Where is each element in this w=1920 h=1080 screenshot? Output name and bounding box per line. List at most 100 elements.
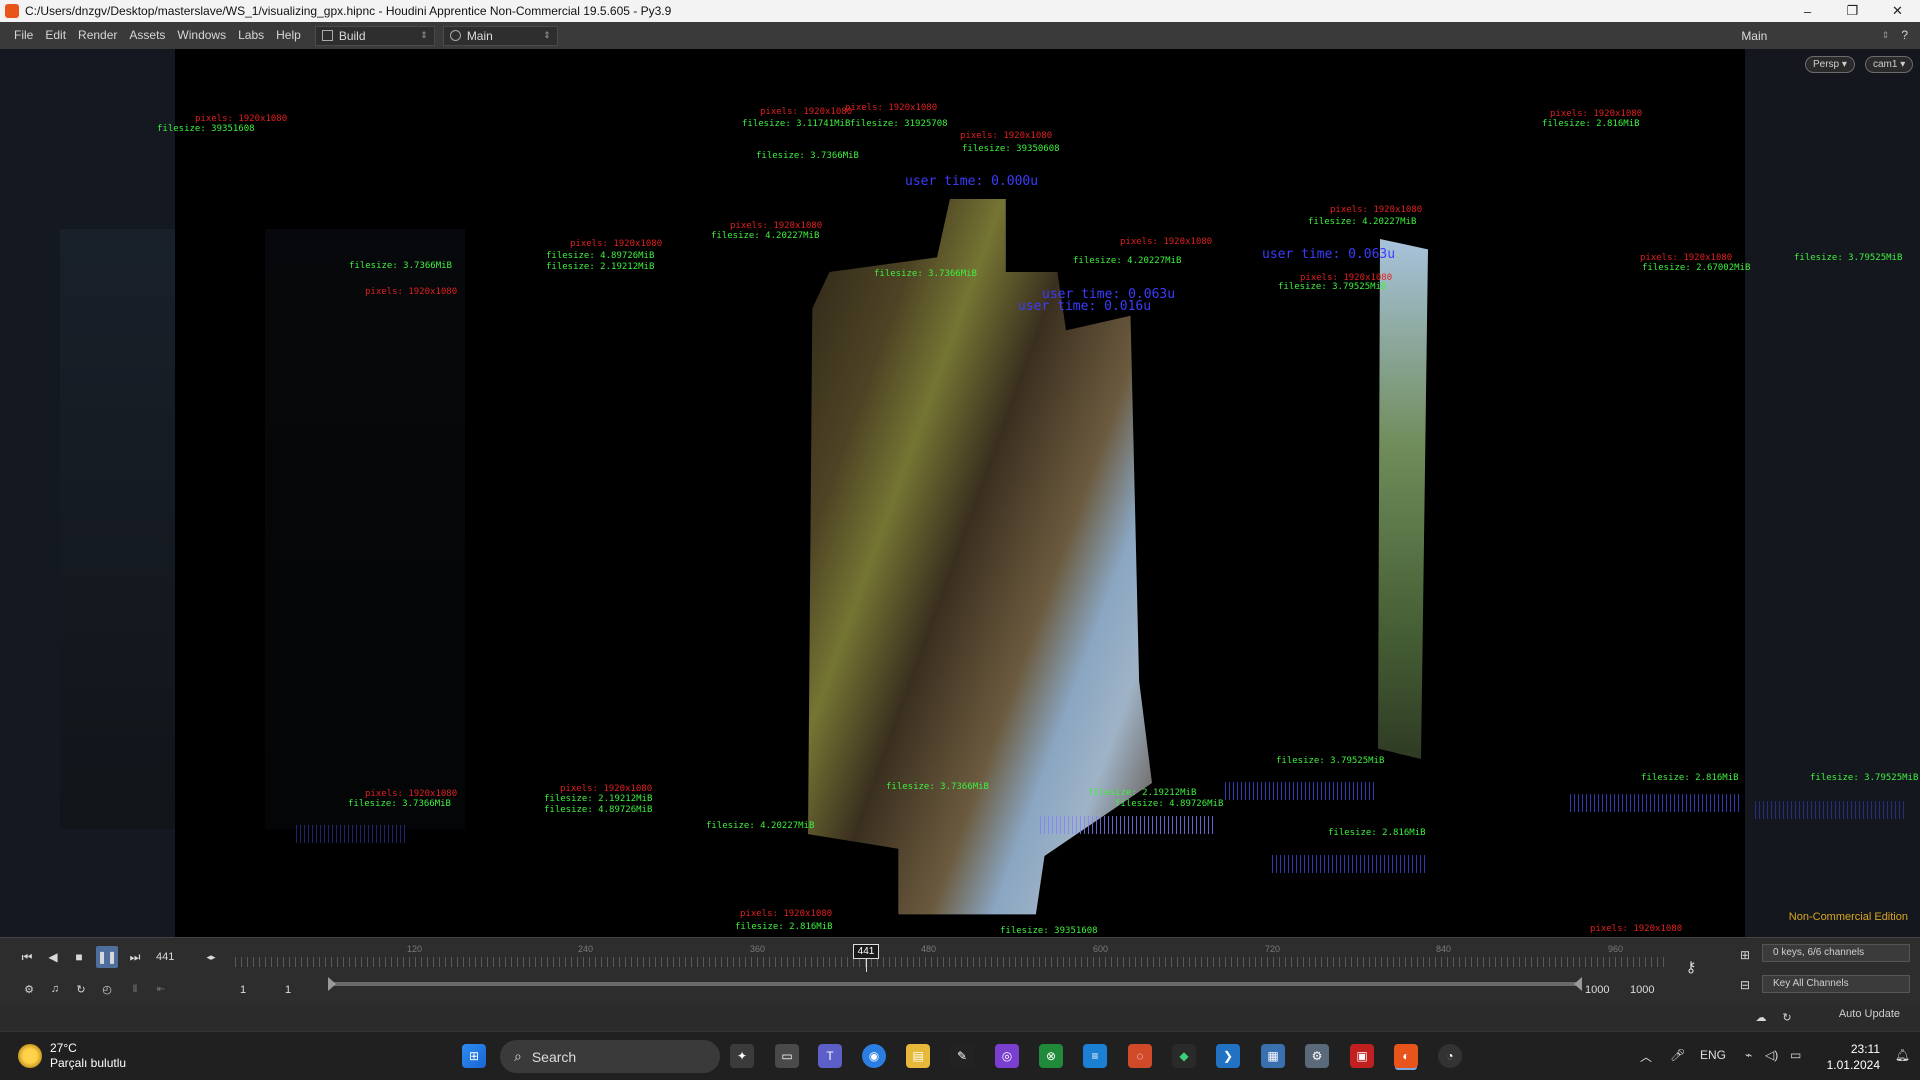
timeline[interactable]: 120 240 360 480 600 720 840 960 441 xyxy=(235,944,1665,972)
right-desktop-select[interactable]: Main ⇕ xyxy=(1735,25,1896,46)
range-start-field[interactable]: 1 xyxy=(240,984,246,996)
range-handle-end[interactable] xyxy=(1574,977,1582,991)
file-explorer-icon[interactable]: ▤ xyxy=(906,1044,930,1068)
timeline-track[interactable] xyxy=(235,957,1665,967)
loop-icon[interactable]: ↻ xyxy=(70,978,92,1000)
key-icon[interactable]: ⚷ xyxy=(1680,956,1702,978)
menu-file[interactable]: File xyxy=(8,22,39,49)
microphone-icon[interactable]: 🎤︎ xyxy=(1670,1048,1685,1062)
weather-icon xyxy=(18,1044,42,1068)
step-buttons-icon[interactable]: ◂▸ xyxy=(200,946,222,968)
filesize-label: filesize: 2.816MiB xyxy=(1328,828,1426,838)
chevron-updown-icon: ⇕ xyxy=(420,30,428,40)
keys-channels-button[interactable]: 0 keys, 6/6 channels xyxy=(1762,944,1910,962)
jump-end-button[interactable]: ⏭ xyxy=(124,946,146,968)
taskbar-search[interactable]: ⌕ Search xyxy=(500,1040,720,1073)
pixels-label: pixels: 1920x1080 xyxy=(1640,253,1733,263)
windows-taskbar: 27°C Parçalı bulutlu ⊞ ⌕ Search ✦ ▭ T ◉ … xyxy=(0,1031,1920,1080)
time-bars xyxy=(1570,794,1740,812)
chrome-icon[interactable]: ◉ xyxy=(862,1044,886,1068)
play-reverse-button[interactable]: ◀ xyxy=(42,946,64,968)
volume-icon[interactable]: ◁) xyxy=(1765,1048,1778,1062)
houdini-active-icon[interactable]: ◐ xyxy=(1394,1044,1418,1068)
pixels-label: pixels: 1920x1080 xyxy=(195,114,288,124)
clock-date: 1.01.2024 xyxy=(1826,1058,1880,1072)
menu-render[interactable]: Render xyxy=(72,22,123,49)
search-label: Search xyxy=(531,1048,577,1065)
app-icon[interactable]: ◎ xyxy=(995,1044,1019,1068)
desktop-select-label: Build xyxy=(338,28,366,43)
auto-update-select[interactable]: Auto Update xyxy=(1839,1008,1900,1020)
range-slider[interactable] xyxy=(328,977,1582,991)
step-icon[interactable]: ⇤ xyxy=(150,978,172,1000)
perspective-button[interactable]: Persp ▾ xyxy=(1805,56,1855,73)
menu-labs[interactable]: Labs xyxy=(232,22,270,49)
scene-viewport[interactable]: pixels: 1920x1080 pixels: 1920x1080 pixe… xyxy=(0,49,1920,937)
camera-button[interactable]: cam1 ▾ xyxy=(1865,56,1914,73)
user-time-label: user time: 0.063u xyxy=(1262,247,1396,262)
language-indicator[interactable]: ENG xyxy=(1700,1048,1726,1062)
teams-icon[interactable]: T xyxy=(818,1044,842,1068)
playbar-options-icon[interactable]: ⚙ xyxy=(18,978,40,1000)
refresh-icon[interactable]: ↻ xyxy=(1776,1006,1798,1028)
notification-icon[interactable]: 🔔︎ xyxy=(1895,1048,1910,1062)
settings-icon[interactable]: ⚙ xyxy=(1305,1044,1329,1068)
stop-button[interactable]: ■ xyxy=(68,946,90,968)
key-all-icon[interactable]: ⊟ xyxy=(1734,974,1756,996)
app-icon[interactable]: ◆ xyxy=(1172,1044,1196,1068)
app-icon[interactable]: ✎ xyxy=(950,1044,974,1068)
radial-menu-icon xyxy=(449,30,461,41)
menu-edit[interactable]: Edit xyxy=(39,22,72,49)
ghost-image-plane xyxy=(60,229,175,829)
xbox-icon[interactable]: ⊗ xyxy=(1039,1044,1063,1068)
vscode-icon[interactable]: ❯ xyxy=(1216,1044,1240,1068)
system-clock[interactable]: 23:11 1.01.2024 xyxy=(1827,1041,1880,1073)
filesize-label: filesize: 4.89726MiB xyxy=(544,805,653,815)
tick-label: 120 xyxy=(407,944,423,954)
app-icon[interactable]: ◔ xyxy=(1438,1044,1462,1068)
realtime-icon[interactable]: ◴ xyxy=(96,978,118,1000)
range-end-field-2[interactable]: 1000 xyxy=(1630,984,1654,996)
menu-windows[interactable]: Windows xyxy=(171,22,232,49)
desktop-select-build[interactable]: Build ⇕ xyxy=(314,25,435,46)
widgets-icon[interactable]: ✦ xyxy=(730,1044,754,1068)
increment-icon[interactable]: Ⅱ xyxy=(124,978,146,1000)
range-start-field-2[interactable]: 1 xyxy=(285,984,291,996)
current-frame[interactable]: 441 xyxy=(156,951,174,963)
tick-label: 840 xyxy=(1436,944,1452,954)
notepad-icon[interactable]: ≡ xyxy=(1083,1044,1107,1068)
menu-assets[interactable]: Assets xyxy=(123,22,171,49)
filesize-label: filesize: 39350608 xyxy=(962,144,1060,154)
task-view-icon[interactable]: ▭ xyxy=(775,1044,799,1068)
minimize-button[interactable]: – xyxy=(1785,0,1830,22)
app-icon[interactable]: ▦ xyxy=(1261,1044,1285,1068)
channel-icon[interactable]: ⊞ xyxy=(1734,944,1756,966)
help-icon[interactable]: ? xyxy=(1895,22,1914,49)
desktop-select-main[interactable]: Main ⇕ xyxy=(442,25,558,46)
filesize-label: filesize: 4.20227MiB xyxy=(1073,256,1182,266)
tray-chevron-icon[interactable]: ︿ xyxy=(1640,1048,1652,1065)
pixels-label: pixels: 1920x1080 xyxy=(1120,237,1213,247)
weather-widget[interactable]: 27°C Parçalı bulutlu xyxy=(18,1041,126,1071)
menu-help[interactable]: Help xyxy=(270,22,307,49)
user-time-label: user time: 0.000u xyxy=(905,174,1039,189)
time-cursor[interactable]: 441 xyxy=(853,944,879,959)
jump-start-button[interactable]: ⏮ xyxy=(16,946,38,968)
range-end-field[interactable]: 1000 xyxy=(1585,984,1609,996)
app-icon[interactable]: ▣ xyxy=(1350,1044,1374,1068)
cloud-icon[interactable]: ☁ xyxy=(1750,1006,1772,1028)
filesize-label: filesize: 4.20227MiB xyxy=(1308,217,1417,227)
filesize-label: filesize: 2.816MiB xyxy=(1542,119,1640,129)
pause-button[interactable]: ❚❚ xyxy=(96,946,118,968)
range-handle-start[interactable] xyxy=(328,977,336,991)
maximize-button[interactable]: ❐ xyxy=(1830,0,1875,22)
clock-time: 23:11 xyxy=(1850,1042,1880,1056)
audio-icon[interactable]: ♫ xyxy=(44,978,66,1000)
key-all-channels-button[interactable]: Key All Channels xyxy=(1762,975,1910,993)
network-icon[interactable]: ⌁ xyxy=(1745,1048,1752,1062)
houdini-icon[interactable]: ◌ xyxy=(1128,1044,1152,1068)
battery-icon[interactable]: ▭ xyxy=(1790,1048,1801,1062)
filesize-label: filesize: 3.7366MiB xyxy=(756,151,859,161)
windows-start-icon[interactable]: ⊞ xyxy=(462,1044,486,1068)
close-button[interactable]: ✕ xyxy=(1875,0,1920,22)
